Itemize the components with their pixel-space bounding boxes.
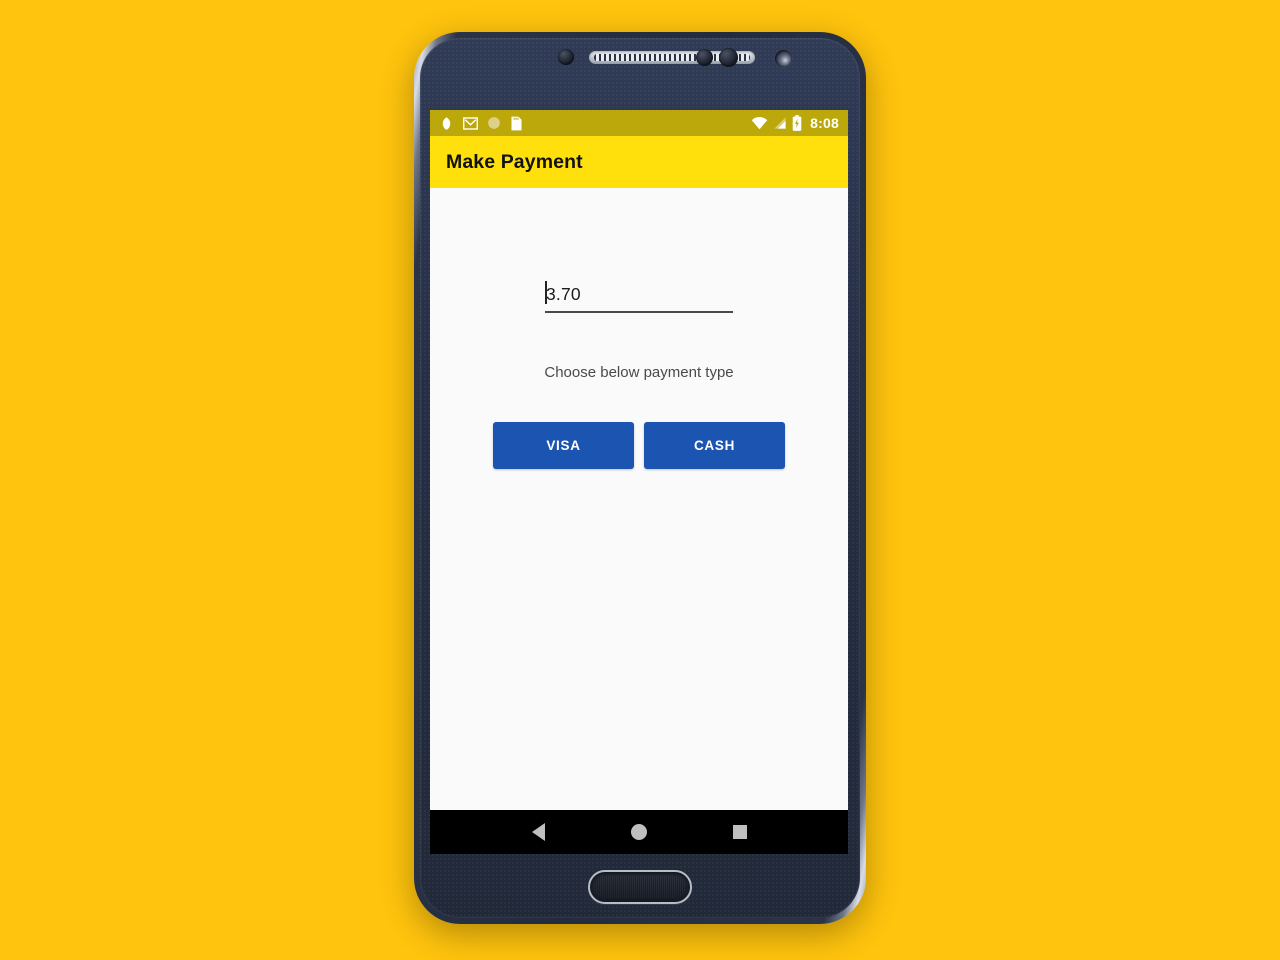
nav-back-button[interactable] (518, 812, 558, 852)
home-circle-icon (630, 824, 647, 840)
proximity-sensor-icon (558, 49, 574, 65)
sd-card-icon (511, 116, 522, 130)
gmail-icon (463, 116, 478, 130)
phone-top-hardware (414, 46, 866, 78)
amount-input-underline (545, 311, 733, 313)
light-sensor-icon (696, 49, 713, 66)
cash-button[interactable]: CASH (644, 422, 785, 469)
recents-square-icon (732, 825, 747, 839)
page-title: Make Payment (446, 150, 583, 173)
app-bar: Make Payment (430, 136, 848, 188)
payment-buttons-group: VISA CASH (430, 422, 848, 469)
shield-icon (442, 116, 451, 130)
status-bar-right-icons: 8:08 (751, 115, 839, 131)
home-hardware-button[interactable] (588, 870, 692, 904)
back-triangle-icon (531, 823, 545, 841)
nav-recents-button[interactable] (720, 812, 760, 852)
payment-type-prompt: Choose below payment type (544, 364, 734, 381)
status-bar: 8:08 (430, 110, 848, 136)
battery-charging-icon (792, 115, 802, 131)
circle-icon (488, 117, 500, 129)
amount-field[interactable]: 3.70 (545, 281, 733, 313)
phone-screen: 8:08 Make Payment 3.70 Choose below paym… (430, 110, 848, 854)
text-caret (545, 281, 547, 304)
navigation-bar (430, 810, 848, 854)
main-content: 3.70 Choose below payment type VISA CASH (430, 188, 848, 810)
wifi-icon (751, 117, 768, 130)
amount-input-row[interactable]: 3.70 (545, 281, 733, 307)
amount-input[interactable]: 3.70 (545, 283, 581, 306)
signal-icon (774, 117, 786, 129)
status-bar-left-icons (439, 116, 523, 131)
nav-home-button[interactable] (619, 812, 659, 852)
visa-button[interactable]: VISA (493, 422, 634, 469)
status-bar-clock: 8:08 (810, 115, 839, 131)
front-camera-icon (775, 50, 792, 67)
led-indicator-icon (719, 48, 738, 67)
